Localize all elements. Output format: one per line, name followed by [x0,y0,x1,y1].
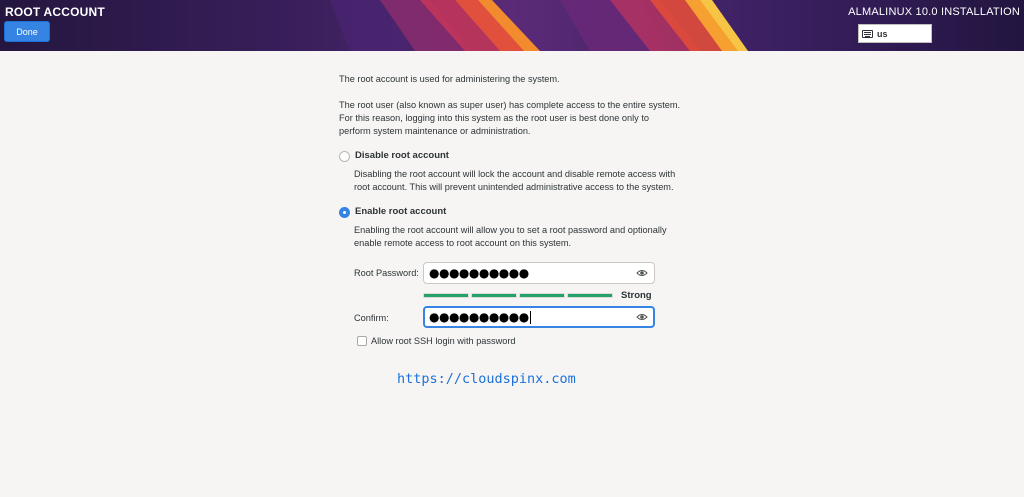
strength-segment [567,293,613,298]
confirm-password-label: Confirm: [354,313,389,323]
disable-root-option[interactable]: Disable root account [339,150,449,163]
intro-paragraph-line: The root user (also known as super user)… [339,100,681,110]
root-password-input[interactable]: ●●●●●●●●●● [423,262,655,284]
allow-ssh-label[interactable]: Allow root SSH login with password [371,335,516,348]
enable-root-radio[interactable] [339,206,350,218]
header-bar: ROOT ACCOUNT Done ALMALINUX 10.0 INSTALL… [0,0,1024,51]
root-password-value: ●●●●●●●●●● [429,265,529,280]
intro-text: The root account is used for administeri… [339,74,560,84]
confirm-password-value: ●●●●●●●●●● [429,309,529,324]
screen-title: ROOT ACCOUNT [5,5,105,19]
intro-paragraph-line: For this reason, logging into this syste… [339,113,649,123]
strength-segment [471,293,517,298]
strength-segment [519,293,565,298]
enable-root-option[interactable]: Enable root account [339,206,446,219]
show-password-eye-icon[interactable] [636,268,648,278]
keyboard-layout-code: us [877,28,888,39]
intro-paragraph-line: perform system maintenance or administra… [339,126,531,136]
disable-root-description: Disabling the root account will lock the… [354,169,676,179]
text-caret [529,310,531,324]
allow-ssh-checkbox[interactable] [357,336,367,347]
disable-root-description: root account. This will prevent unintend… [354,182,674,192]
password-strength-label: Strong [621,290,652,301]
strength-segment [423,293,469,298]
watermark-url: https://cloudspinx.com [397,371,576,387]
enable-root-description: enable remote access to root account on … [354,238,572,248]
confirm-password-input[interactable]: ●●●●●●●●●● [423,306,655,328]
disable-root-radio[interactable] [339,150,350,162]
keyboard-layout-indicator[interactable]: us [858,24,932,43]
product-title: ALMALINUX 10.0 INSTALLATION [848,6,1020,18]
password-strength-bar [423,293,613,298]
show-confirm-eye-icon[interactable] [636,312,648,322]
root-password-label: Root Password: [354,268,419,278]
done-button[interactable]: Done [4,21,50,42]
keyboard-icon [862,29,873,38]
disable-root-label[interactable]: Disable root account [355,150,449,163]
enable-root-label[interactable]: Enable root account [355,206,446,219]
enable-root-description: Enabling the root account will allow you… [354,225,667,235]
allow-ssh-option[interactable]: Allow root SSH login with password [357,335,516,348]
